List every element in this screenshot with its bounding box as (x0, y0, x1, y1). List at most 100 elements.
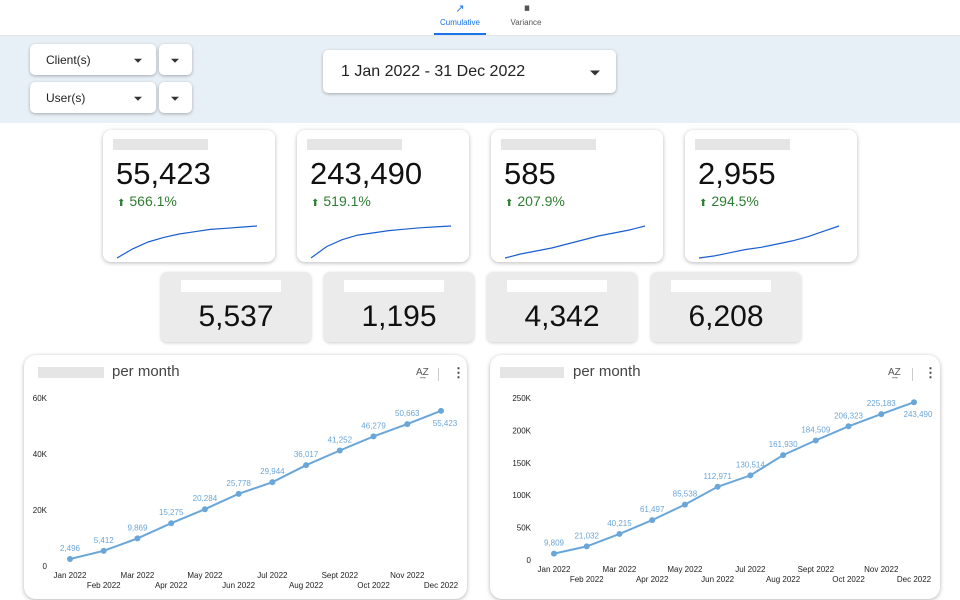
tab-variance[interactable]: ▮▮ Variance (504, 2, 548, 34)
tab-cumulative-label: Cumulative (439, 18, 480, 27)
data-point[interactable] (747, 472, 754, 479)
x-tick-label: Jul 2022 (257, 571, 288, 580)
data-point[interactable] (438, 407, 444, 414)
data-point[interactable] (845, 423, 852, 430)
data-point[interactable] (370, 433, 377, 440)
date-range-picker[interactable]: 1 Jan 2022 - 31 Dec 2022 (323, 50, 616, 93)
x-tick-label: Oct 2022 (832, 575, 865, 584)
y-tick-label: 0 (43, 562, 48, 571)
filter-bar: Client(s) User(s) 1 Jan 2022 - 31 Dec 20… (0, 36, 960, 123)
kpi-card: 55,423 ⬆ 566.1% (103, 130, 275, 262)
tab-cumulative[interactable]: ↗ Cumulative (434, 2, 486, 35)
kpi-delta-value: 294.5% (711, 193, 759, 209)
data-point[interactable] (812, 437, 819, 444)
data-point[interactable] (67, 556, 73, 563)
data-point[interactable] (269, 479, 276, 486)
stat-value: 4,342 (524, 300, 600, 333)
y-tick-label: 100K (512, 491, 531, 500)
data-label: 225,183 (867, 399, 896, 408)
y-tick-label: 20K (33, 506, 48, 515)
data-point[interactable] (404, 421, 411, 428)
data-point[interactable] (303, 462, 310, 469)
data-label: 61,497 (640, 505, 665, 514)
x-tick-label: May 2022 (667, 565, 703, 574)
y-tick-label: 40K (33, 450, 48, 459)
data-point[interactable] (583, 543, 590, 550)
sparkline-path (504, 225, 646, 259)
kpi-delta: ⬆ 294.5% (699, 193, 759, 209)
kpi-sparkline (504, 225, 646, 259)
data-point[interactable] (649, 517, 656, 524)
stat-tile: 6,208 (651, 272, 801, 342)
data-point[interactable] (134, 535, 141, 542)
kpi-card: 243,490 ⬆ 519.1% (297, 130, 469, 262)
series-line (553, 401, 915, 555)
stat-tile: 1,195 (324, 272, 474, 342)
data-point[interactable] (551, 550, 557, 557)
data-label: 29,944 (260, 467, 285, 476)
stat-title-placeholder (671, 280, 771, 292)
kpi-delta-value: 519.1% (323, 193, 371, 209)
kpi-value: 585 (504, 156, 556, 191)
data-point[interactable] (714, 483, 721, 490)
data-point[interactable] (780, 452, 787, 459)
bar-chart-icon: ▮▮ (524, 5, 530, 12)
data-label: 184,509 (801, 425, 830, 434)
stat-title-placeholder (344, 280, 444, 292)
users-options-button[interactable] (159, 82, 192, 113)
chevron-down-icon (171, 58, 179, 63)
data-point[interactable] (201, 506, 208, 513)
kpi-title-placeholder (307, 139, 402, 150)
data-label: 85,538 (673, 490, 698, 499)
data-point[interactable] (168, 520, 175, 527)
clients-options-button[interactable] (159, 44, 192, 75)
users-dropdown[interactable]: User(s) (30, 82, 156, 113)
stat-tile: 4,342 (487, 272, 637, 342)
kpi-value: 243,490 (310, 156, 423, 191)
chevron-down-icon (171, 96, 179, 101)
kpi-sparkline (698, 225, 840, 259)
data-point[interactable] (336, 447, 343, 454)
data-point[interactable] (616, 530, 623, 537)
chart-panel-left: per month A͢Z ⋮ 0 20K 40K 60K Jan 2022 2,496 F… (24, 355, 467, 599)
sparkline-path (116, 225, 258, 259)
data-point[interactable] (681, 501, 688, 508)
x-tick-label: Feb 2022 (570, 575, 604, 584)
x-tick-label: Jul 2022 (735, 565, 766, 574)
stat-tile: 5,537 (161, 272, 311, 342)
kpi-delta: ⬆ 207.9% (505, 193, 565, 209)
data-label: 15,275 (159, 508, 184, 517)
stat-value: 6,208 (688, 300, 764, 333)
x-tick-label: Oct 2022 (357, 581, 390, 590)
data-label: 9,869 (127, 523, 148, 532)
tab-variance-label: Variance (510, 18, 542, 27)
date-range-label: 1 Jan 2022 - 31 Dec 2022 (341, 62, 526, 80)
data-label: 55,423 (433, 419, 458, 428)
data-point[interactable] (878, 411, 885, 418)
stat-value: 5,537 (198, 300, 274, 333)
y-tick-label: 250K (512, 394, 531, 403)
sparkline-path (310, 225, 452, 259)
data-label: 41,252 (328, 435, 353, 444)
clients-dropdown[interactable]: Client(s) (30, 44, 156, 75)
data-label: 206,323 (834, 411, 863, 420)
x-tick-label: Dec 2022 (424, 581, 459, 590)
data-label: 130,514 (736, 460, 765, 469)
clients-dropdown-label: Client(s) (46, 52, 91, 67)
kpi-card: 2,955 ⬆ 294.5% (685, 130, 857, 262)
users-dropdown-label: User(s) (46, 90, 86, 105)
y-tick-label: 0 (527, 556, 532, 565)
data-label: 9,809 (544, 539, 565, 548)
data-point[interactable] (100, 547, 107, 554)
data-label: 21,032 (574, 531, 599, 540)
kpi-delta-value: 207.9% (517, 193, 565, 209)
x-tick-label: Sept 2022 (798, 565, 835, 574)
x-tick-label: Mar 2022 (603, 565, 637, 574)
data-label: 36,017 (294, 450, 319, 459)
x-tick-label: Apr 2022 (636, 575, 669, 584)
data-point[interactable] (235, 490, 242, 497)
data-label: 20,284 (193, 494, 218, 503)
x-tick-label: Mar 2022 (121, 571, 155, 580)
data-point[interactable] (911, 399, 917, 406)
x-tick-label: Dec 2022 (897, 575, 932, 584)
